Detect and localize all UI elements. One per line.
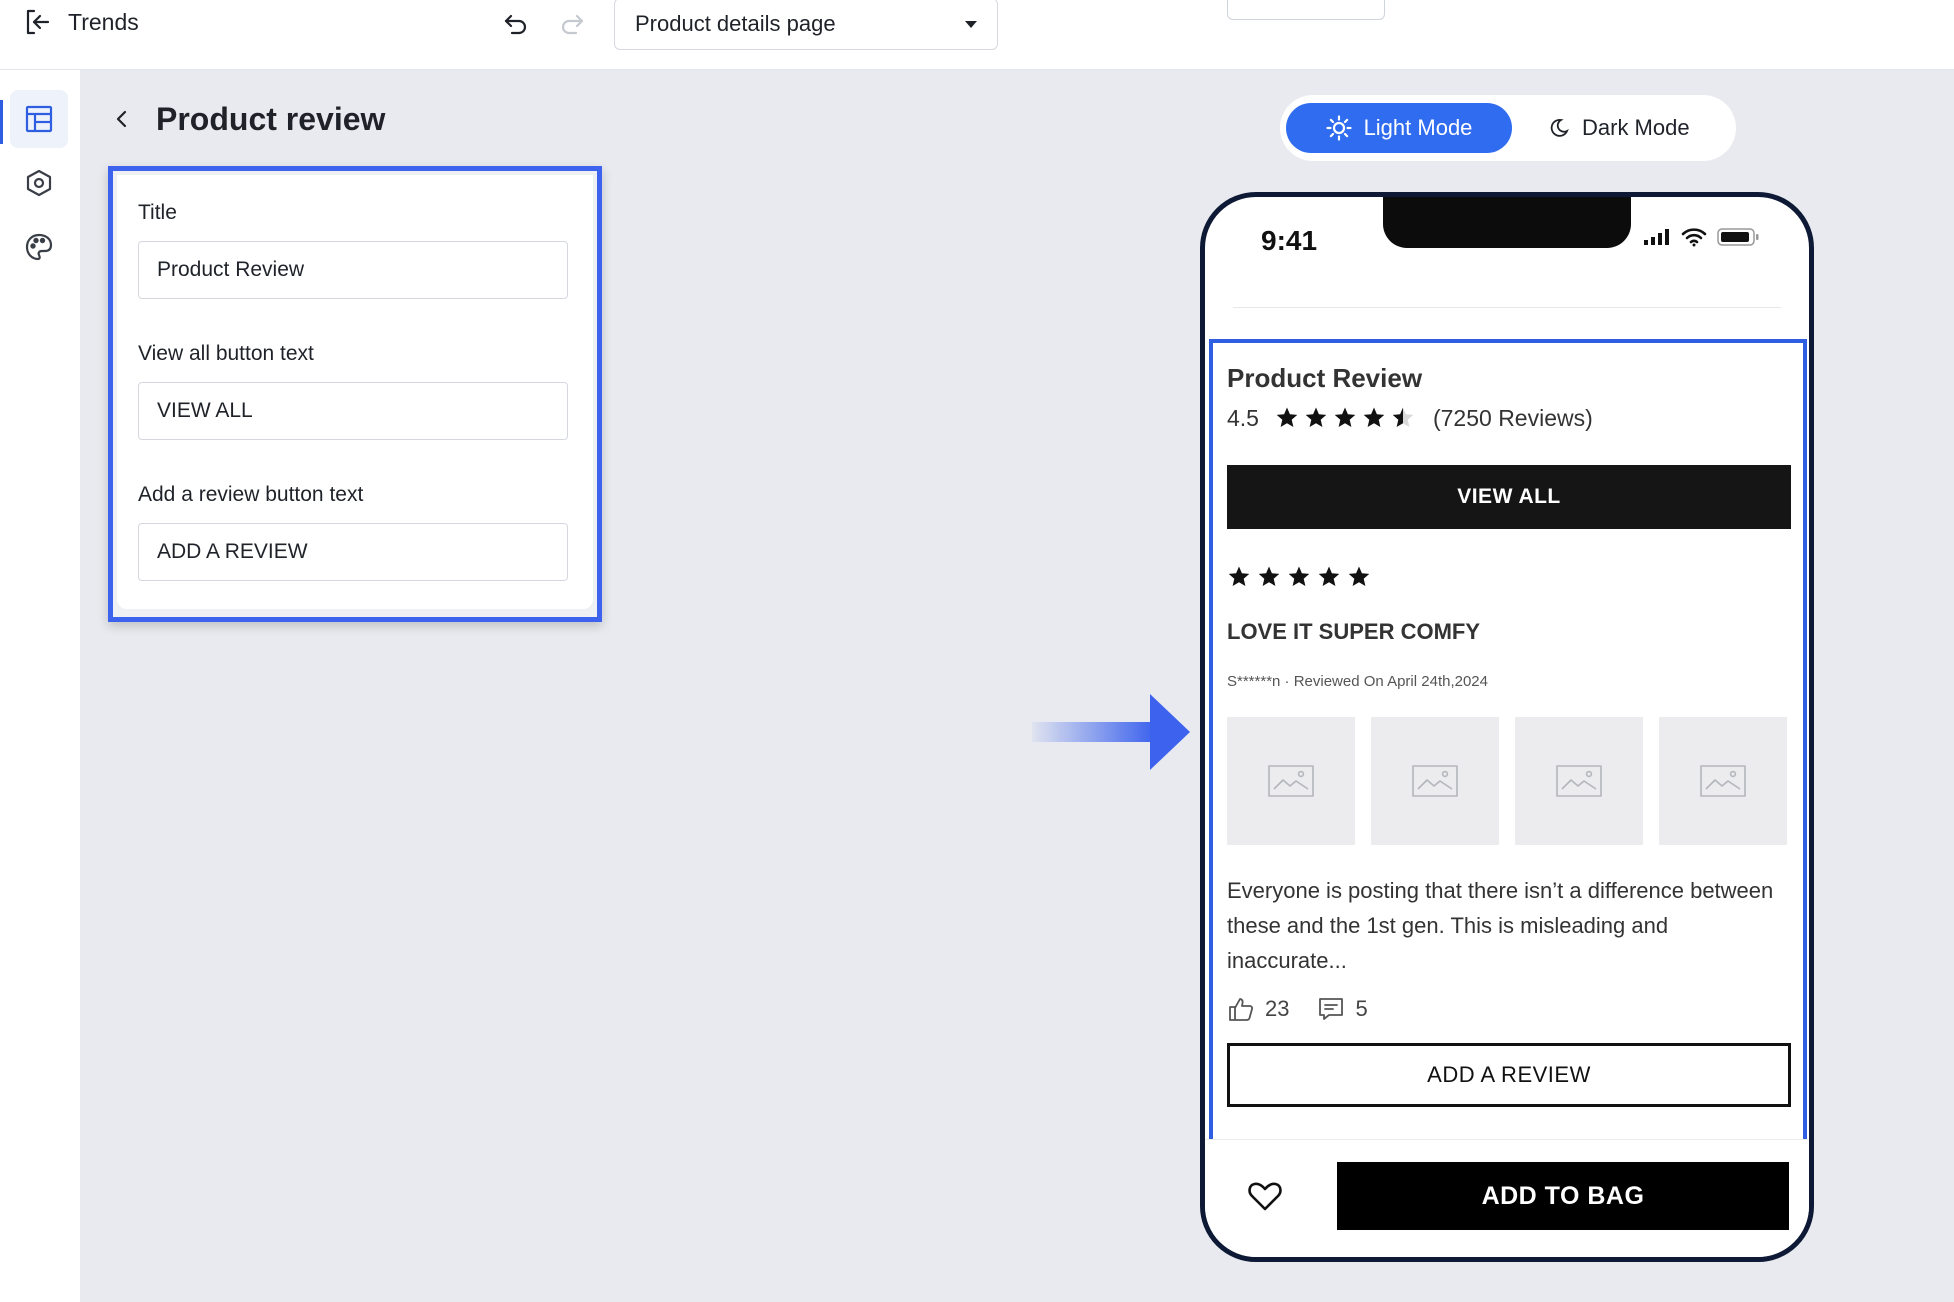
star-icon — [1334, 407, 1356, 427]
page-selector[interactable]: Product details page — [614, 0, 998, 50]
star-icon — [1305, 407, 1327, 427]
review-body: Everyone is posting that there isn’t a d… — [1227, 878, 1774, 973]
review-image[interactable] — [1515, 717, 1643, 845]
layout-icon — [25, 105, 53, 133]
review-star-icon — [1318, 566, 1340, 586]
top-bar: Trends Product details page — [0, 0, 1954, 70]
exit-button[interactable]: Trends — [22, 6, 139, 38]
review-star-icon — [1348, 566, 1370, 586]
palette-icon — [25, 233, 53, 261]
image-placeholder-icon — [1700, 765, 1746, 797]
caret-down-icon — [965, 20, 977, 28]
like-count: 23 — [1265, 996, 1290, 1021]
review-image[interactable] — [1227, 717, 1355, 845]
battery-icon — [1717, 228, 1759, 246]
status-time: 9:41 — [1261, 225, 1318, 256]
page-selector-value: Product details page — [635, 11, 836, 36]
comment-count: 5 — [1355, 996, 1368, 1021]
redo-button[interactable] — [556, 8, 588, 40]
review-star-icon — [1288, 566, 1310, 586]
purchase-bar: ADD TO BAG — [1205, 1139, 1809, 1257]
add-review-button[interactable]: ADD A REVIEW — [1227, 1043, 1791, 1107]
rail-item-theme[interactable] — [10, 218, 68, 276]
wifi-icon — [1681, 228, 1707, 247]
arrow-right-icon — [1032, 694, 1190, 770]
theme-mode-toggle: Light Mode Dark Mode — [1280, 95, 1736, 161]
phone-preview: 9:41 Product Review 4.5 (7250 Reviews) V… — [1200, 192, 1814, 1262]
add-review-text-input[interactable] — [138, 523, 568, 581]
header-divider — [1233, 307, 1781, 308]
review-image[interactable] — [1371, 717, 1499, 845]
toolbar-button-clipped[interactable] — [1227, 0, 1385, 20]
star-icon — [1276, 407, 1298, 427]
heart-icon[interactable] — [1245, 1176, 1285, 1216]
title-field-label: Title — [138, 201, 177, 224]
review-section-title: Product Review — [1227, 363, 1423, 393]
review-star-icon — [1228, 566, 1250, 586]
view-all-button[interactable]: VIEW ALL — [1227, 465, 1791, 529]
review-image[interactable] — [1659, 717, 1787, 845]
image-placeholder-icon — [1268, 765, 1314, 797]
cellular-signal-icon — [1644, 229, 1669, 245]
left-rail — [0, 70, 80, 1302]
exit-icon — [26, 9, 50, 35]
rating-number: 4.5 — [1227, 404, 1259, 431]
panel-header: Product review — [108, 96, 385, 142]
light-mode-button[interactable]: Light Mode — [1286, 103, 1512, 153]
app-title: Trends — [68, 8, 139, 35]
undo-icon — [504, 14, 527, 35]
image-placeholder-icon — [1412, 765, 1458, 797]
dark-mode-button[interactable]: Dark Mode — [1548, 103, 1718, 153]
star-icon — [1392, 407, 1414, 427]
moon-icon — [1550, 119, 1569, 137]
rail-active-indicator — [0, 100, 3, 144]
rating-stars — [1275, 406, 1415, 430]
settings-hexagon-icon — [26, 169, 52, 197]
add-review-field-label: Add a review button text — [138, 483, 364, 506]
review-star-icon — [1258, 566, 1280, 586]
status-icons — [1643, 227, 1759, 247]
rail-item-settings[interactable] — [10, 154, 68, 212]
review-heading: LOVE IT SUPER COMFY — [1227, 619, 1481, 644]
redo-icon — [561, 14, 584, 35]
review-item-stars — [1227, 565, 1371, 589]
product-review-form: Title View all button text Add a review … — [108, 166, 602, 622]
star-icon — [1363, 407, 1385, 427]
add-to-bag-button[interactable]: ADD TO BAG — [1337, 1162, 1789, 1230]
phone-notch — [1383, 197, 1631, 248]
view-all-field-label: View all button text — [138, 342, 314, 365]
undo-button[interactable] — [500, 8, 532, 40]
chevron-left-icon — [116, 110, 127, 128]
image-placeholder-icon — [1556, 765, 1602, 797]
rail-item-layout[interactable] — [10, 90, 68, 148]
product-review-section[interactable]: Product Review 4.5 (7250 Reviews) VIEW A… — [1209, 339, 1807, 1199]
review-count: (7250 Reviews) — [1432, 404, 1593, 431]
panel-title: Product review — [156, 100, 386, 137]
dark-mode-label: Dark Mode — [1582, 115, 1690, 140]
light-mode-label: Light Mode — [1363, 115, 1473, 140]
form-body: Title View all button text Add a review … — [117, 175, 593, 609]
review-images — [1227, 717, 1787, 845]
thumbs-up-icon[interactable] — [1227, 995, 1255, 1023]
sun-icon — [1325, 115, 1352, 141]
title-input[interactable] — [138, 241, 568, 299]
view-all-text-input[interactable] — [138, 382, 568, 440]
review-reactions: 23 5 — [1227, 995, 1386, 1023]
review-meta: S******n · Reviewed On April 24th,2024 — [1227, 673, 1488, 690]
rating-summary: 4.5 (7250 Reviews) — [1227, 403, 1593, 433]
back-button[interactable] — [108, 105, 136, 133]
comment-icon[interactable] — [1317, 995, 1345, 1023]
